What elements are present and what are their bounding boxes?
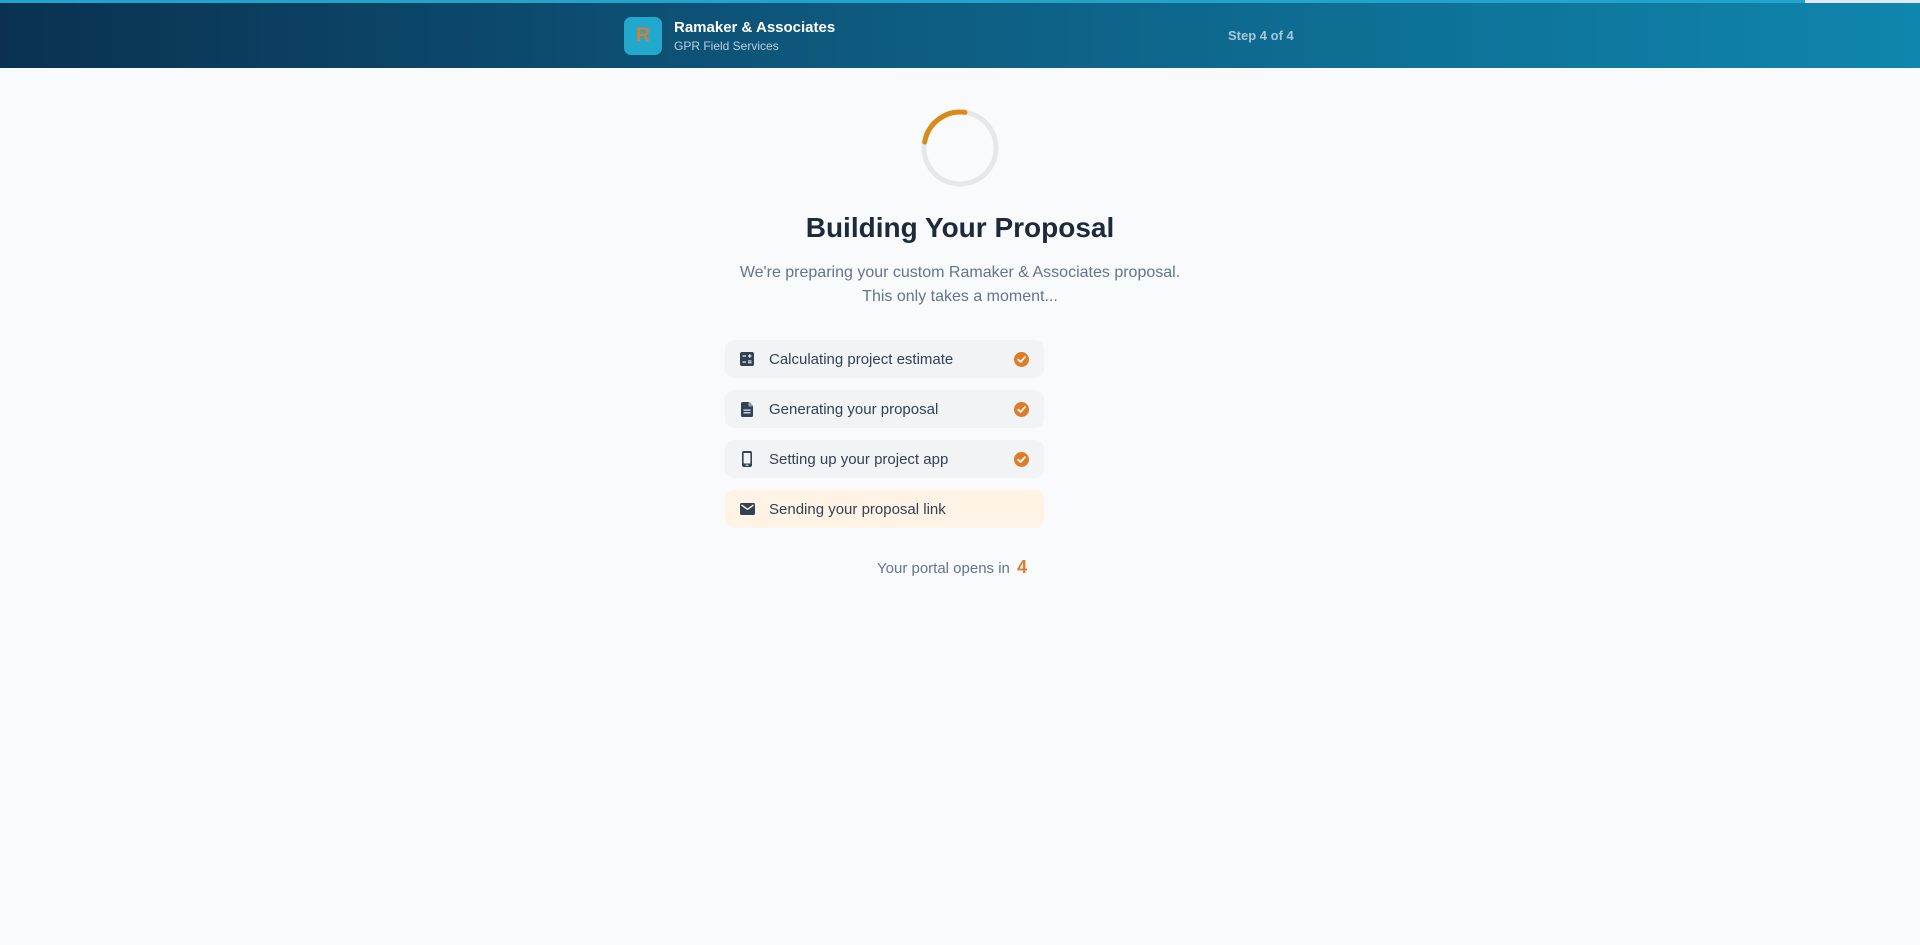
loading-spinner-icon — [921, 109, 999, 192]
countdown-value: 4 — [1017, 557, 1028, 577]
step-item-sending-link: Sending your proposal link — [725, 490, 1044, 528]
subtitle-line-2: This only takes a moment... — [862, 288, 1058, 305]
mobile-phone-icon — [739, 451, 755, 467]
envelope-icon — [739, 501, 755, 517]
check-circle-icon — [1014, 352, 1029, 367]
app-header: R Ramaker & Associates GPR Field Service… — [0, 0, 1920, 68]
check-circle-icon — [1014, 452, 1029, 467]
top-progress-bar — [0, 0, 1920, 3]
step-item-setting-up-app: Setting up your project app — [725, 440, 1044, 478]
subtitle-line-1: We're preparing your custom Ramaker & As… — [739, 264, 1181, 281]
brand: R Ramaker & Associates GPR Field Service… — [624, 17, 835, 55]
brand-subtitle: GPR Field Services — [674, 38, 779, 53]
countdown-text: Your portal opens in — [877, 560, 1010, 577]
step-label: Generating your proposal — [769, 400, 939, 418]
progress-steps-list: Calculating project estimate Generating … — [725, 340, 1044, 540]
step-item-calculating-estimate: Calculating project estimate — [725, 340, 1044, 378]
brand-text: Ramaker & Associates GPR Field Services — [674, 19, 835, 54]
brand-name: Ramaker & Associates — [674, 18, 836, 36]
step-indicator: Step 4 of 4 — [1228, 28, 1294, 43]
brand-logo: R — [624, 17, 662, 55]
calculator-icon — [739, 351, 755, 367]
portal-countdown: Your portal opens in 4 — [877, 555, 1027, 581]
step-item-generating-proposal: Generating your proposal — [725, 390, 1044, 428]
step-label: Calculating project estimate — [769, 350, 954, 368]
top-progress-fill — [0, 0, 1805, 3]
page-title: Building Your Proposal — [805, 212, 1115, 243]
step-label: Sending your proposal link — [769, 500, 946, 518]
document-icon — [739, 401, 755, 417]
page-subtitle: We're preparing your custom Ramaker & As… — [0, 261, 1920, 309]
check-circle-icon — [1014, 402, 1029, 417]
step-label: Setting up your project app — [769, 450, 949, 468]
